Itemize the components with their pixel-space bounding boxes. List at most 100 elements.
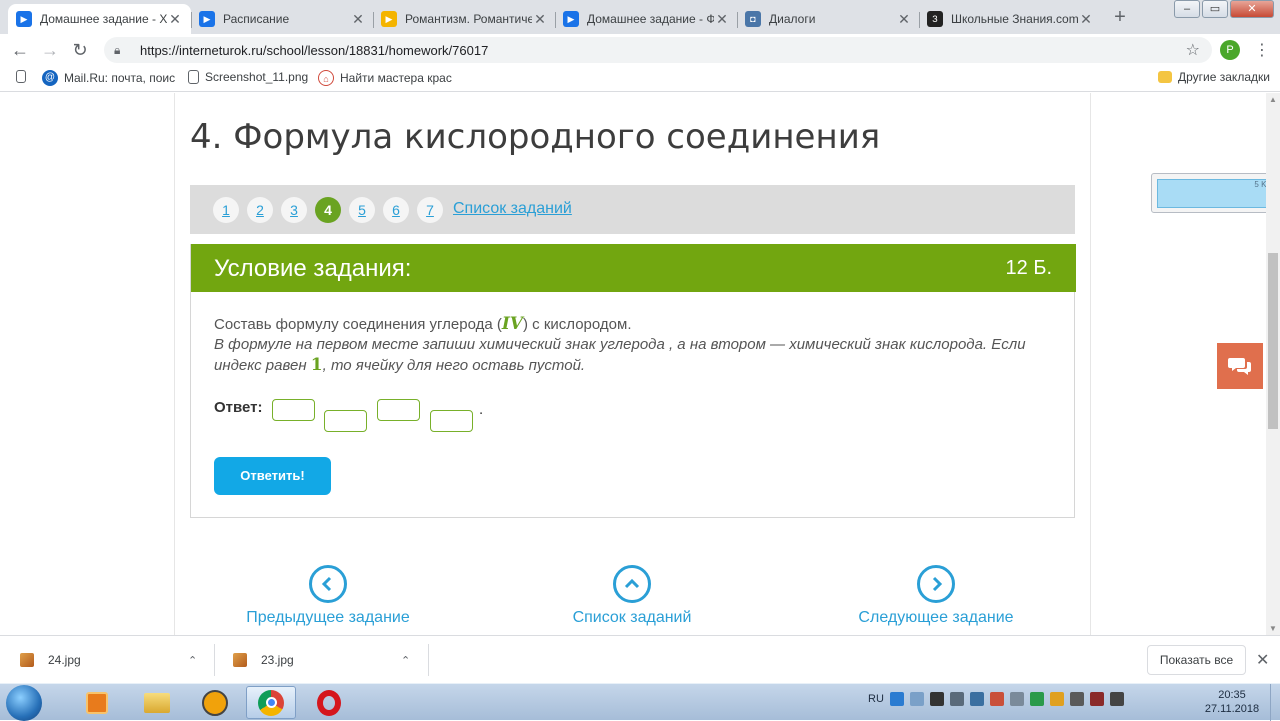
web-page: 4. Формула кислородного соединения 1 2 3… bbox=[0, 93, 1266, 635]
divider bbox=[428, 644, 429, 676]
browser-tab[interactable]: ▶ Романтизм. Романтиче ✕ bbox=[373, 4, 556, 34]
close-icon[interactable]: ✕ bbox=[896, 11, 912, 28]
next-task-link[interactable]: Следующее задание bbox=[836, 565, 1036, 627]
browser-tab[interactable]: ◘ Диалоги ✕ bbox=[737, 4, 920, 34]
play-icon: ▶ bbox=[199, 11, 215, 27]
browser-tab[interactable]: З Школьные Знания.com ✕ bbox=[919, 4, 1102, 34]
pager-item-1[interactable]: 1 bbox=[213, 197, 239, 223]
browser-tab[interactable]: ▶ Расписание ✕ bbox=[191, 4, 374, 34]
pager-item-2[interactable]: 2 bbox=[247, 197, 273, 223]
menu-icon[interactable]: ⋮ bbox=[1254, 40, 1270, 60]
answer-input-2[interactable] bbox=[324, 410, 367, 432]
tray-icon[interactable] bbox=[889, 692, 904, 706]
prev-task-link[interactable]: Предыдущее задание bbox=[228, 565, 428, 627]
start-button[interactable] bbox=[6, 685, 42, 721]
profile-avatar[interactable]: P bbox=[1220, 40, 1240, 60]
tray-icon[interactable] bbox=[1009, 692, 1024, 706]
address-bar[interactable]: 🔒︎ https://interneturok.ru/school/lesson… bbox=[104, 37, 1212, 63]
download-item[interactable]: 24.jpg ⌃ bbox=[20, 636, 197, 684]
answer-dot: . bbox=[479, 401, 484, 418]
forward-icon[interactable]: → bbox=[35, 40, 65, 61]
scroll-up-icon[interactable]: ▲ bbox=[1269, 95, 1277, 104]
master-icon: ⌂ bbox=[318, 70, 334, 86]
close-icon[interactable]: ✕ bbox=[1256, 650, 1269, 670]
pager-item-6[interactable]: 6 bbox=[383, 197, 409, 223]
tray-icon[interactable] bbox=[929, 692, 944, 706]
chevron-up-icon[interactable]: ⌃ bbox=[401, 654, 410, 667]
bookmark-item[interactable]: ⌂ Найти мастера крас bbox=[318, 70, 452, 86]
tab-title: Школьные Знания.com bbox=[951, 12, 1078, 26]
chrome-icon[interactable] bbox=[246, 686, 296, 719]
close-icon[interactable]: ✕ bbox=[532, 11, 548, 28]
opera-icon[interactable] bbox=[304, 686, 354, 719]
close-icon[interactable]: ✕ bbox=[714, 11, 730, 28]
tray-icon[interactable] bbox=[1069, 692, 1084, 706]
submit-button[interactable]: Ответить! bbox=[214, 457, 331, 495]
volume-icon[interactable] bbox=[989, 692, 1004, 706]
other-bookmarks-label: Другие закладки bbox=[1178, 70, 1270, 84]
tray-icon[interactable] bbox=[1109, 692, 1124, 706]
answer-label: Ответ: bbox=[214, 399, 263, 416]
tray-icon[interactable] bbox=[949, 692, 964, 706]
maximize-icon[interactable]: ▭ bbox=[1202, 0, 1228, 18]
tab-title: Домашнее задание - Хи bbox=[40, 12, 167, 26]
network-icon[interactable] bbox=[969, 692, 984, 706]
answer-input-4[interactable] bbox=[430, 410, 473, 432]
show-all-button[interactable]: Показать все bbox=[1147, 645, 1246, 675]
chevron-right-icon bbox=[917, 565, 955, 603]
pager-item-7[interactable]: 7 bbox=[417, 197, 443, 223]
bookmark-item[interactable]: @ Mail.Ru: почта, поис bbox=[42, 70, 175, 86]
avast-icon[interactable] bbox=[190, 686, 240, 719]
divider bbox=[214, 644, 215, 676]
window-close-icon[interactable]: ✕ bbox=[1230, 0, 1274, 18]
bookmark-item[interactable]: Screenshot_11.png bbox=[188, 70, 308, 84]
task-pager: 1 2 3 4 5 6 7 Список заданий bbox=[190, 185, 1075, 234]
pager-item-3[interactable]: 3 bbox=[281, 197, 307, 223]
chat-button[interactable] bbox=[1217, 343, 1263, 389]
task-line-1: Составь формулу соединения углерода (IV)… bbox=[214, 314, 1044, 335]
download-item[interactable]: 23.jpg ⌃ bbox=[233, 636, 410, 684]
tray-icon[interactable] bbox=[909, 692, 924, 706]
list-tasks-link[interactable]: Список заданий bbox=[532, 565, 732, 627]
task-score: 12 Б. bbox=[1005, 257, 1052, 279]
media-player-icon[interactable] bbox=[72, 686, 122, 719]
browser-tab[interactable]: ▶ Домашнее задание - Ф ✕ bbox=[555, 4, 738, 34]
tray-icon[interactable] bbox=[1089, 692, 1104, 706]
apps-icon[interactable] bbox=[16, 70, 32, 83]
close-icon[interactable]: ✕ bbox=[350, 11, 366, 28]
clock-time: 20:35 bbox=[1218, 689, 1246, 701]
znanija-icon: З bbox=[927, 11, 943, 27]
pager-item-5[interactable]: 5 bbox=[349, 197, 375, 223]
scroll-down-icon[interactable]: ▼ bbox=[1269, 624, 1277, 633]
reload-icon[interactable]: ↻ bbox=[65, 40, 95, 61]
explorer-folder-icon[interactable] bbox=[132, 686, 182, 719]
bookmark-star-icon[interactable]: ☆ bbox=[1186, 40, 1200, 60]
chevron-up-icon[interactable]: ⌃ bbox=[188, 654, 197, 667]
language-indicator[interactable]: RU bbox=[868, 693, 884, 705]
chat-icon: ◘ bbox=[745, 11, 761, 27]
file-icon bbox=[188, 70, 199, 84]
play-icon: ▶ bbox=[381, 11, 397, 27]
chevron-up-icon bbox=[613, 565, 651, 603]
close-icon[interactable]: ✕ bbox=[1078, 11, 1094, 28]
pager-item-4[interactable]: 4 bbox=[315, 197, 341, 223]
vertical-scrollbar[interactable]: ▲ ▼ bbox=[1266, 93, 1280, 635]
other-bookmarks[interactable]: Другие закладки bbox=[1158, 70, 1270, 84]
tray-icon[interactable] bbox=[1049, 692, 1064, 706]
tab-title: Романтизм. Романтиче bbox=[405, 12, 532, 26]
show-desktop-button[interactable] bbox=[1270, 684, 1280, 721]
taskbar: RU 20:35 27.11.2018 bbox=[0, 683, 1280, 721]
system-tray: RU bbox=[868, 692, 1124, 706]
clock[interactable]: 20:35 27.11.2018 bbox=[1200, 688, 1264, 716]
tray-icon[interactable] bbox=[1029, 692, 1044, 706]
minimize-icon[interactable]: – bbox=[1174, 0, 1200, 18]
scrollbar-thumb[interactable] bbox=[1268, 253, 1278, 429]
answer-input-3[interactable] bbox=[377, 399, 420, 421]
back-icon[interactable]: ← bbox=[5, 40, 35, 61]
tab-bar: ▶ Домашнее задание - Хи ✕ ▶ Расписание ✕… bbox=[0, 0, 1280, 34]
answer-input-1[interactable] bbox=[272, 399, 315, 421]
browser-tab[interactable]: ▶ Домашнее задание - Хи ✕ bbox=[8, 4, 191, 34]
new-tab-icon[interactable]: + bbox=[1108, 6, 1132, 30]
close-icon[interactable]: ✕ bbox=[167, 11, 183, 28]
task-list-link[interactable]: Список заданий bbox=[453, 200, 572, 218]
